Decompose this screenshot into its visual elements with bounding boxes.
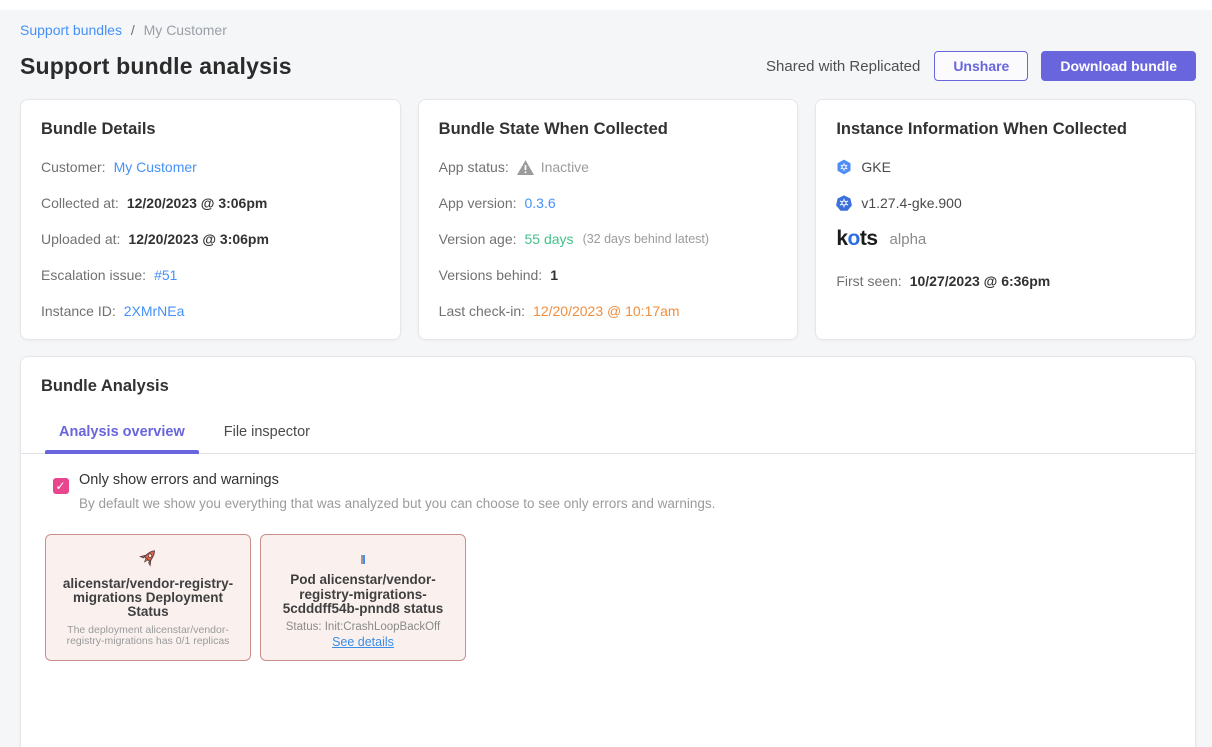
escalation-issue-label: Escalation issue: — [41, 267, 146, 283]
app-version-label: App version: — [439, 195, 517, 211]
kots-channel: alpha — [890, 231, 927, 248]
first-seen-value: 10/27/2023 @ 6:36pm — [910, 273, 1051, 289]
uploaded-at-row: Uploaded at: 12/20/2023 @ 3:06pm — [41, 231, 380, 247]
tab-analysis-overview[interactable]: Analysis overview — [45, 424, 199, 453]
issue-message: Status: Init:CrashLoopBackOff — [286, 621, 440, 633]
customer-row: Customer: My Customer — [41, 159, 380, 175]
filter-row: Only show errors and warnings By default… — [45, 472, 1171, 511]
app-status-label: App status: — [439, 159, 509, 175]
bundle-state-title: Bundle State When Collected — [439, 120, 778, 139]
uploaded-at-label: Uploaded at: — [41, 231, 120, 247]
bundle-state-card: Bundle State When Collected App status: … — [418, 99, 799, 340]
version-age-row: Version age: 55 days (32 days behind lat… — [439, 231, 778, 247]
issue-card-pod-status[interactable]: Pod alicenstar/vendor-registry-migration… — [260, 534, 466, 661]
customer-link[interactable]: My Customer — [114, 159, 197, 175]
first-seen-label: First seen: — [836, 273, 901, 289]
customer-label: Customer: — [41, 159, 106, 175]
version-age-label: Version age: — [439, 231, 517, 247]
escalation-issue-link[interactable]: #51 — [154, 267, 177, 283]
app-version-row: App version: 0.3.6 — [439, 195, 778, 211]
issue-title: alicenstar/vendor-registry-migrations De… — [61, 577, 235, 620]
bundle-analysis-card: Bundle Analysis Analysis overview File i… — [20, 356, 1196, 747]
kubernetes-icon — [836, 195, 852, 211]
issue-message: The deployment alicenstar/vendor-registr… — [61, 625, 235, 648]
issue-cards: alicenstar/vendor-registry-migrations De… — [45, 534, 1171, 661]
versions-behind-label: Versions behind: — [439, 267, 543, 283]
distribution-value: GKE — [861, 159, 891, 175]
unshare-button[interactable]: Unshare — [934, 51, 1028, 81]
kots-logo: kots — [836, 227, 877, 251]
collected-at-row: Collected at: 12/20/2023 @ 3:06pm — [41, 195, 380, 211]
info-cards-row: Bundle Details Customer: My Customer Col… — [20, 99, 1196, 340]
page-header: Support bundle analysis Shared with Repl… — [20, 51, 1196, 81]
header-actions: Shared with Replicated Unshare Download … — [766, 51, 1196, 81]
last-checkin-label: Last check-in: — [439, 303, 525, 319]
instance-id-label: Instance ID: — [41, 303, 116, 319]
breadcrumb: Support bundles / My Customer — [20, 10, 1196, 38]
gke-icon — [836, 159, 852, 175]
bundle-details-card: Bundle Details Customer: My Customer Col… — [20, 99, 401, 340]
version-age-value: 55 days — [525, 231, 574, 247]
warning-triangle-icon — [517, 160, 534, 175]
instance-info-title: Instance Information When Collected — [836, 120, 1175, 139]
issue-card-deployment-status[interactable]: alicenstar/vendor-registry-migrations De… — [45, 534, 251, 661]
last-checkin-row: Last check-in: 12/20/2023 @ 10:17am — [439, 303, 778, 319]
escalation-issue-row: Escalation issue: #51 — [41, 267, 380, 283]
instance-id-row: Instance ID: 2XMrNEa — [41, 303, 380, 319]
breadcrumb-separator: / — [131, 22, 135, 38]
page: Support bundles / My Customer Support bu… — [0, 10, 1212, 747]
k8s-version-row: v1.27.4-gke.900 — [836, 195, 1175, 211]
breadcrumb-current: My Customer — [144, 22, 227, 38]
see-details-link[interactable]: See details — [332, 635, 394, 649]
instance-id-link[interactable]: 2XMrNEa — [124, 303, 185, 319]
versions-behind-row: Versions behind: 1 — [439, 267, 778, 283]
bundle-details-title: Bundle Details — [41, 120, 380, 139]
analysis-tabs: Analysis overview File inspector — [21, 424, 1195, 454]
kots-row: kots alpha — [836, 227, 1175, 251]
only-errors-description: By default we show you everything that w… — [79, 496, 715, 511]
instance-info-card: Instance Information When Collected GKE … — [815, 99, 1196, 340]
app-status-value: Inactive — [541, 159, 589, 175]
last-checkin-value: 12/20/2023 @ 10:17am — [533, 303, 680, 319]
distribution-row: GKE — [836, 159, 1175, 175]
k8s-version-value: v1.27.4-gke.900 — [861, 195, 961, 211]
app-version-link[interactable]: 0.3.6 — [525, 195, 556, 211]
only-errors-label[interactable]: Only show errors and warnings — [79, 472, 715, 488]
rocket-icon — [137, 546, 159, 570]
uploaded-at-value: 12/20/2023 @ 3:06pm — [128, 231, 269, 247]
bundle-analysis-title: Bundle Analysis — [21, 377, 1195, 396]
app-status-row: App status: Inactive — [439, 159, 778, 175]
versions-behind-value: 1 — [550, 267, 558, 283]
analysis-body: Only show errors and warnings By default… — [21, 472, 1195, 661]
page-title: Support bundle analysis — [20, 53, 292, 80]
breadcrumb-link-support-bundles[interactable]: Support bundles — [20, 22, 122, 38]
collected-at-label: Collected at: — [41, 195, 119, 211]
download-bundle-button[interactable]: Download bundle — [1041, 51, 1196, 81]
shared-status-text: Shared with Replicated — [766, 58, 920, 75]
version-age-note: (32 days behind latest) — [583, 232, 709, 246]
tab-file-inspector[interactable]: File inspector — [210, 424, 324, 453]
issue-title: Pod alicenstar/vendor-registry-migration… — [276, 573, 450, 616]
only-errors-checkbox[interactable] — [53, 478, 69, 494]
pod-icon — [361, 546, 365, 566]
first-seen-row: First seen: 10/27/2023 @ 6:36pm — [836, 273, 1175, 289]
collected-at-value: 12/20/2023 @ 3:06pm — [127, 195, 268, 211]
